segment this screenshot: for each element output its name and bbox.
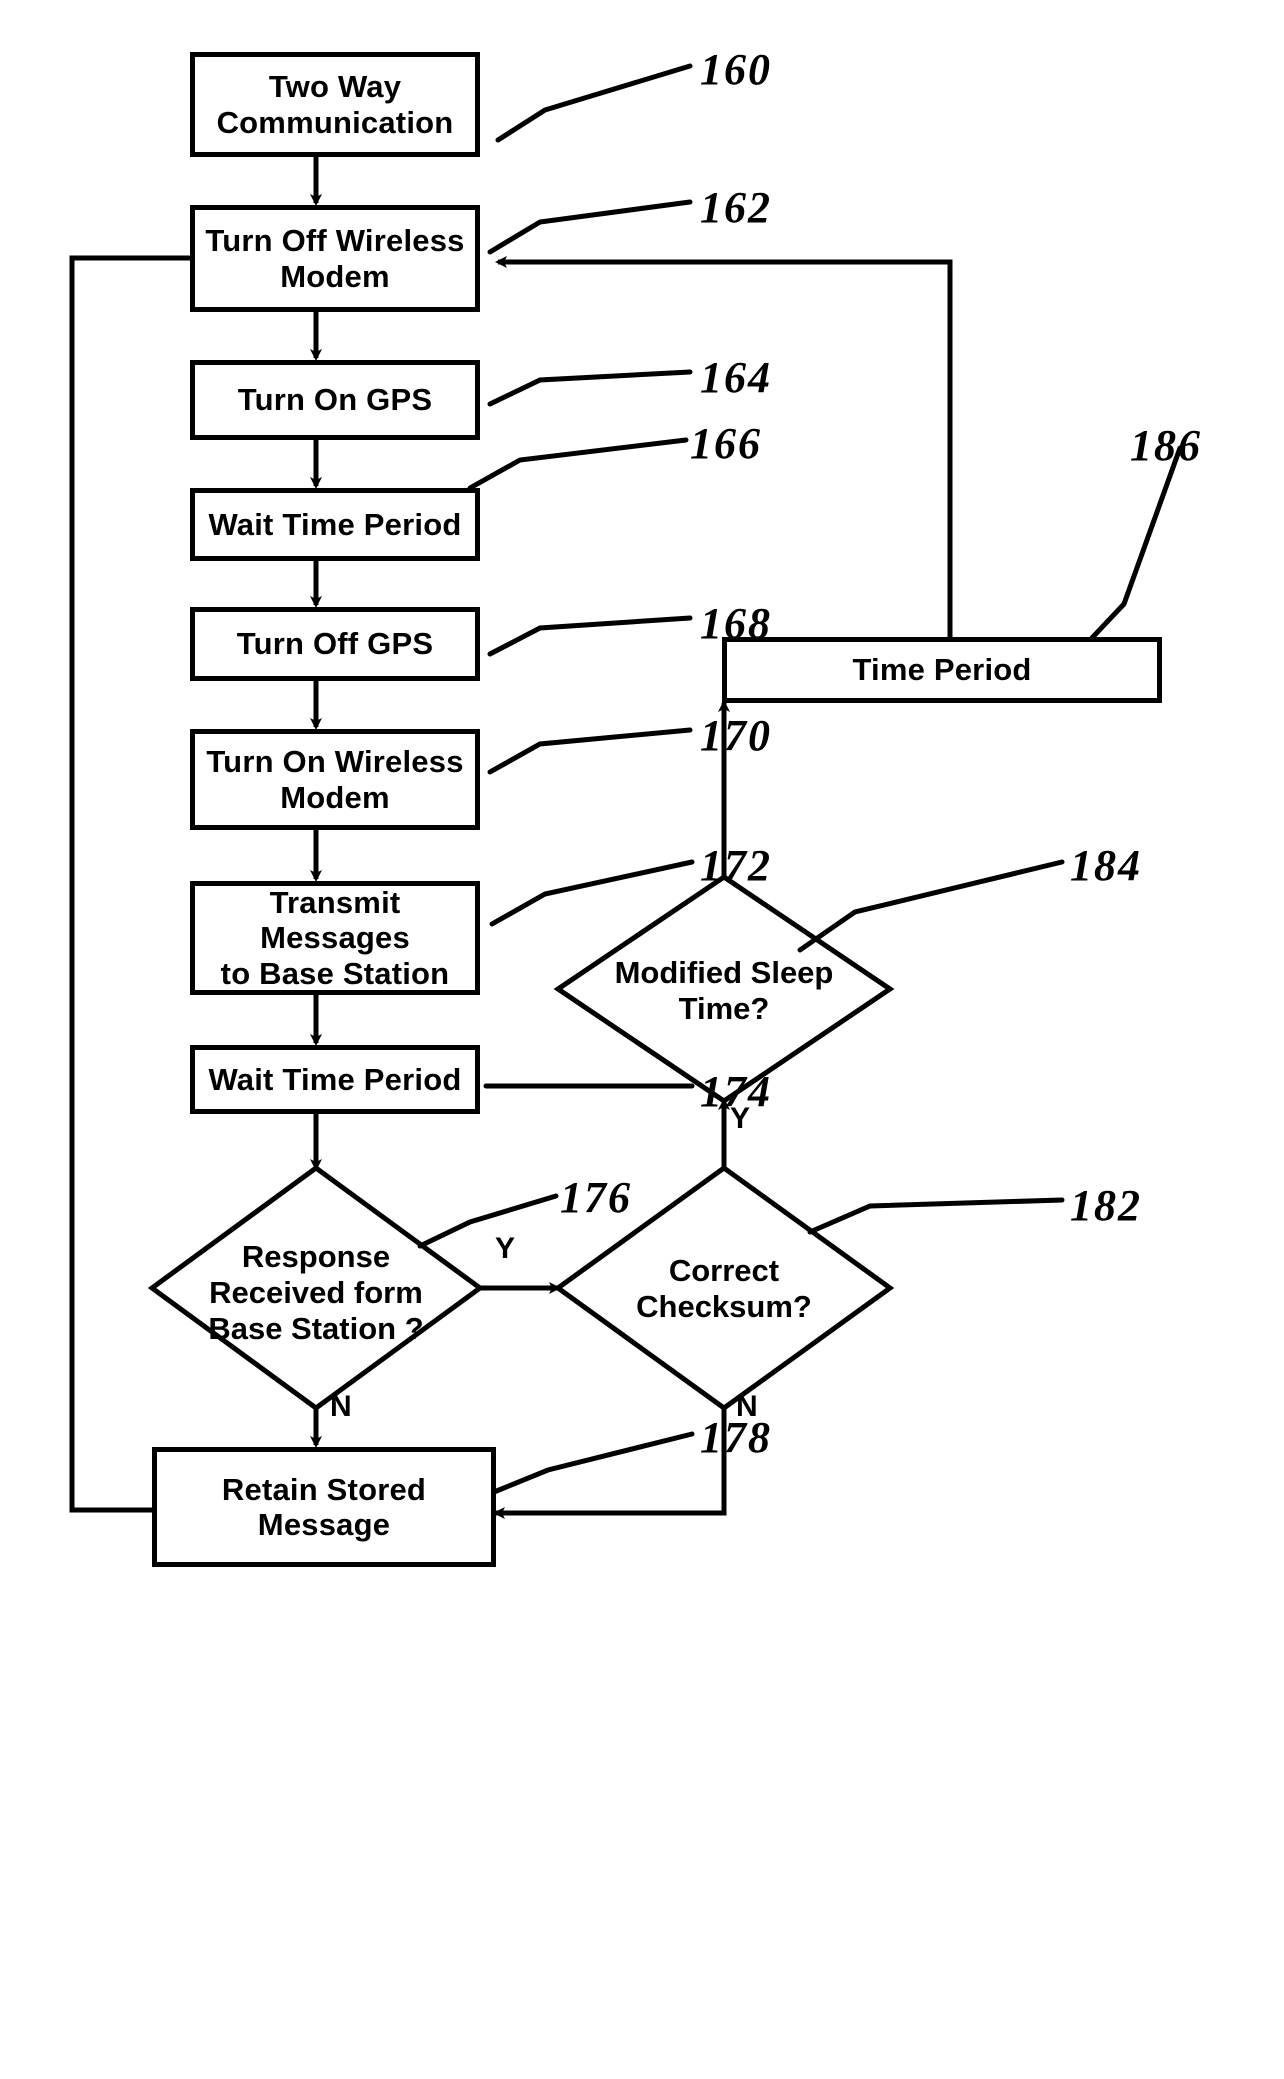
node-166-label: Wait Time Period bbox=[208, 506, 462, 542]
leader-178 bbox=[491, 1431, 695, 1495]
node-170-line-1: Turn On Wireless bbox=[206, 744, 464, 780]
node-wait-time-period-174[interactable]: Wait Time Period bbox=[190, 1045, 480, 1114]
flowchart-figure: Two Way Communication Turn Off Wireless … bbox=[0, 0, 1284, 2079]
branch-176-yes: Y bbox=[495, 1232, 516, 1265]
refnum-172: 172 bbox=[700, 841, 772, 890]
node-retain-stored-message[interactable]: Retain Stored Message bbox=[152, 1447, 496, 1567]
node-transmit-messages-to-base-station[interactable]: Transmit Messages to Base Station bbox=[190, 881, 480, 995]
refnum-182: 182 bbox=[1070, 1181, 1142, 1230]
node-162-line-2: Modem bbox=[280, 258, 390, 294]
leader-170 bbox=[487, 727, 693, 775]
node-turn-off-wireless-modem[interactable]: Turn Off Wireless Modem bbox=[190, 205, 480, 312]
refnum-184: 184 bbox=[1070, 841, 1142, 890]
refnum-170: 170 bbox=[700, 711, 772, 760]
node-two-way-communication[interactable]: Two Way Communication bbox=[190, 52, 480, 157]
refnum-162: 162 bbox=[700, 183, 772, 232]
leader-160 bbox=[495, 63, 693, 143]
branch-184-yes: Y bbox=[730, 1102, 751, 1135]
leader-164 bbox=[487, 369, 693, 407]
leader-176 bbox=[417, 1193, 559, 1249]
refnum-166: 166 bbox=[690, 419, 762, 468]
node-time-period[interactable]: Time Period bbox=[722, 637, 1162, 703]
node-172-line-1: Transmit Messages bbox=[260, 885, 410, 956]
refnum-164: 164 bbox=[700, 353, 772, 402]
leader-184 bbox=[797, 859, 1065, 953]
leader-186 bbox=[1087, 445, 1183, 643]
node-164-label: Turn On GPS bbox=[237, 382, 433, 418]
refnum-186: 186 bbox=[1130, 421, 1202, 470]
refnum-160: 160 bbox=[700, 45, 772, 94]
leader-168 bbox=[487, 615, 693, 657]
branch-176-no: N bbox=[330, 1390, 352, 1423]
node-186-label: Time Period bbox=[852, 652, 1032, 688]
node-168-label: Turn Off GPS bbox=[236, 626, 434, 662]
node-178-line-2: Message bbox=[257, 1507, 391, 1542]
refnum-168: 168 bbox=[700, 599, 772, 648]
node-162-line-1: Turn Off Wireless bbox=[205, 223, 465, 259]
node-turn-on-gps[interactable]: Turn On GPS bbox=[190, 360, 480, 440]
node-turn-off-gps[interactable]: Turn Off GPS bbox=[190, 607, 480, 681]
leader-182 bbox=[807, 1197, 1065, 1235]
node-174-label: Wait Time Period bbox=[208, 1061, 462, 1097]
node-170-line-2: Modem bbox=[280, 779, 390, 815]
leader-166 bbox=[467, 437, 689, 491]
node-178-line-1: Retain Stored bbox=[221, 1471, 427, 1507]
node-160-line-1: Two Way bbox=[268, 69, 402, 105]
node-160-line-2: Communication bbox=[216, 104, 454, 140]
refnum-176: 176 bbox=[560, 1173, 632, 1222]
leader-162 bbox=[487, 199, 693, 255]
branch-182-no: N bbox=[736, 1390, 758, 1423]
node-turn-on-wireless-modem[interactable]: Turn On Wireless Modem bbox=[190, 729, 480, 830]
node-wait-time-period-166[interactable]: Wait Time Period bbox=[190, 488, 480, 561]
node-172-line-2: to Base Station bbox=[220, 955, 450, 991]
leader-172 bbox=[489, 859, 695, 927]
